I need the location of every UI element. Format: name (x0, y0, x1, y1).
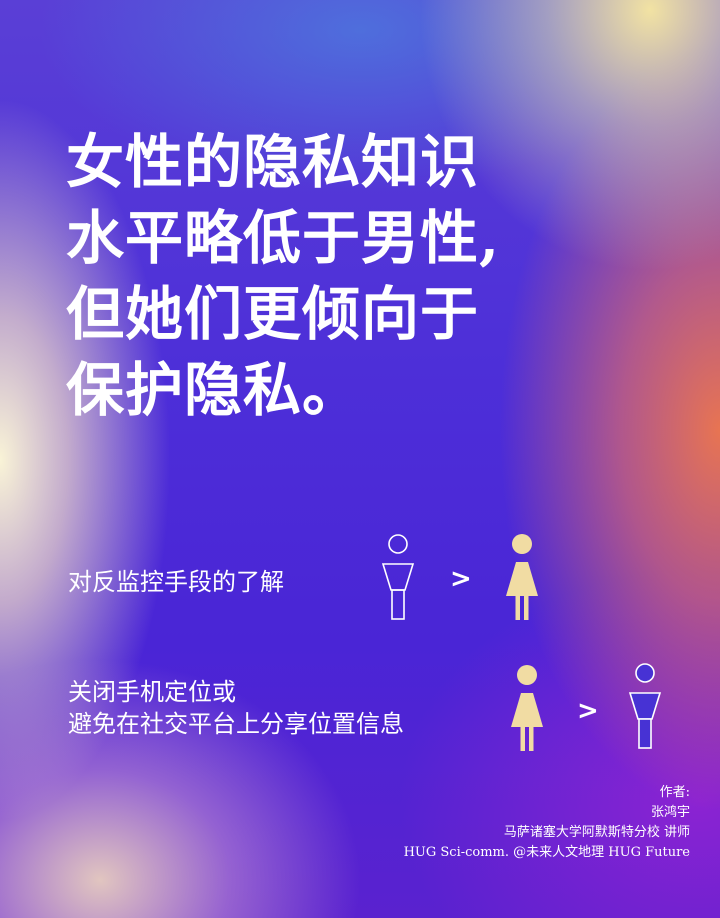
comparison-2-label: 关闭手机定位或 避免在社交平台上分享位置信息 (68, 676, 404, 740)
male-outline-icon (381, 534, 415, 620)
greater-than-symbol: > (577, 696, 599, 726)
author-credit: 作者: 张鸿宇 马萨诸塞大学阿默斯特分校 讲师 HUG Sci-comm. @未… (404, 783, 690, 863)
headline-line: 但她们更倾向于 (66, 280, 480, 348)
comparison-2-label-line: 避免在社交平台上分享位置信息 (68, 710, 404, 738)
headline-line: 保护隐私。 (66, 356, 362, 424)
headline: 女性的隐私知识 水平略低于男性, 但她们更倾向于 保护隐私。 (66, 124, 500, 428)
credit-label: 作者: (659, 785, 690, 800)
credit-source: HUG Sci-comm. @未来人文地理 HUG Future (403, 845, 690, 860)
poster: 女性的隐私知识 水平略低于男性, 但她们更倾向于 保护隐私。 对反监控手段的了解… (0, 0, 720, 918)
greater-than-symbol: > (450, 564, 472, 594)
male-filled-icon (628, 663, 662, 749)
headline-line: 女性的隐私知识 (66, 128, 480, 196)
female-filled-icon (506, 534, 538, 620)
comparison-2-label-line: 关闭手机定位或 (68, 678, 236, 706)
female-filled-icon (511, 665, 543, 751)
headline-line: 水平略低于男性, (66, 204, 501, 272)
comparison-1-label-line: 对反监控手段的了解 (68, 568, 284, 596)
author-affiliation: 马萨诸塞大学阿默斯特分校 讲师 (503, 825, 690, 840)
author-name: 张鸿宇 (650, 805, 690, 820)
comparison-1-label: 对反监控手段的了解 (68, 566, 284, 598)
